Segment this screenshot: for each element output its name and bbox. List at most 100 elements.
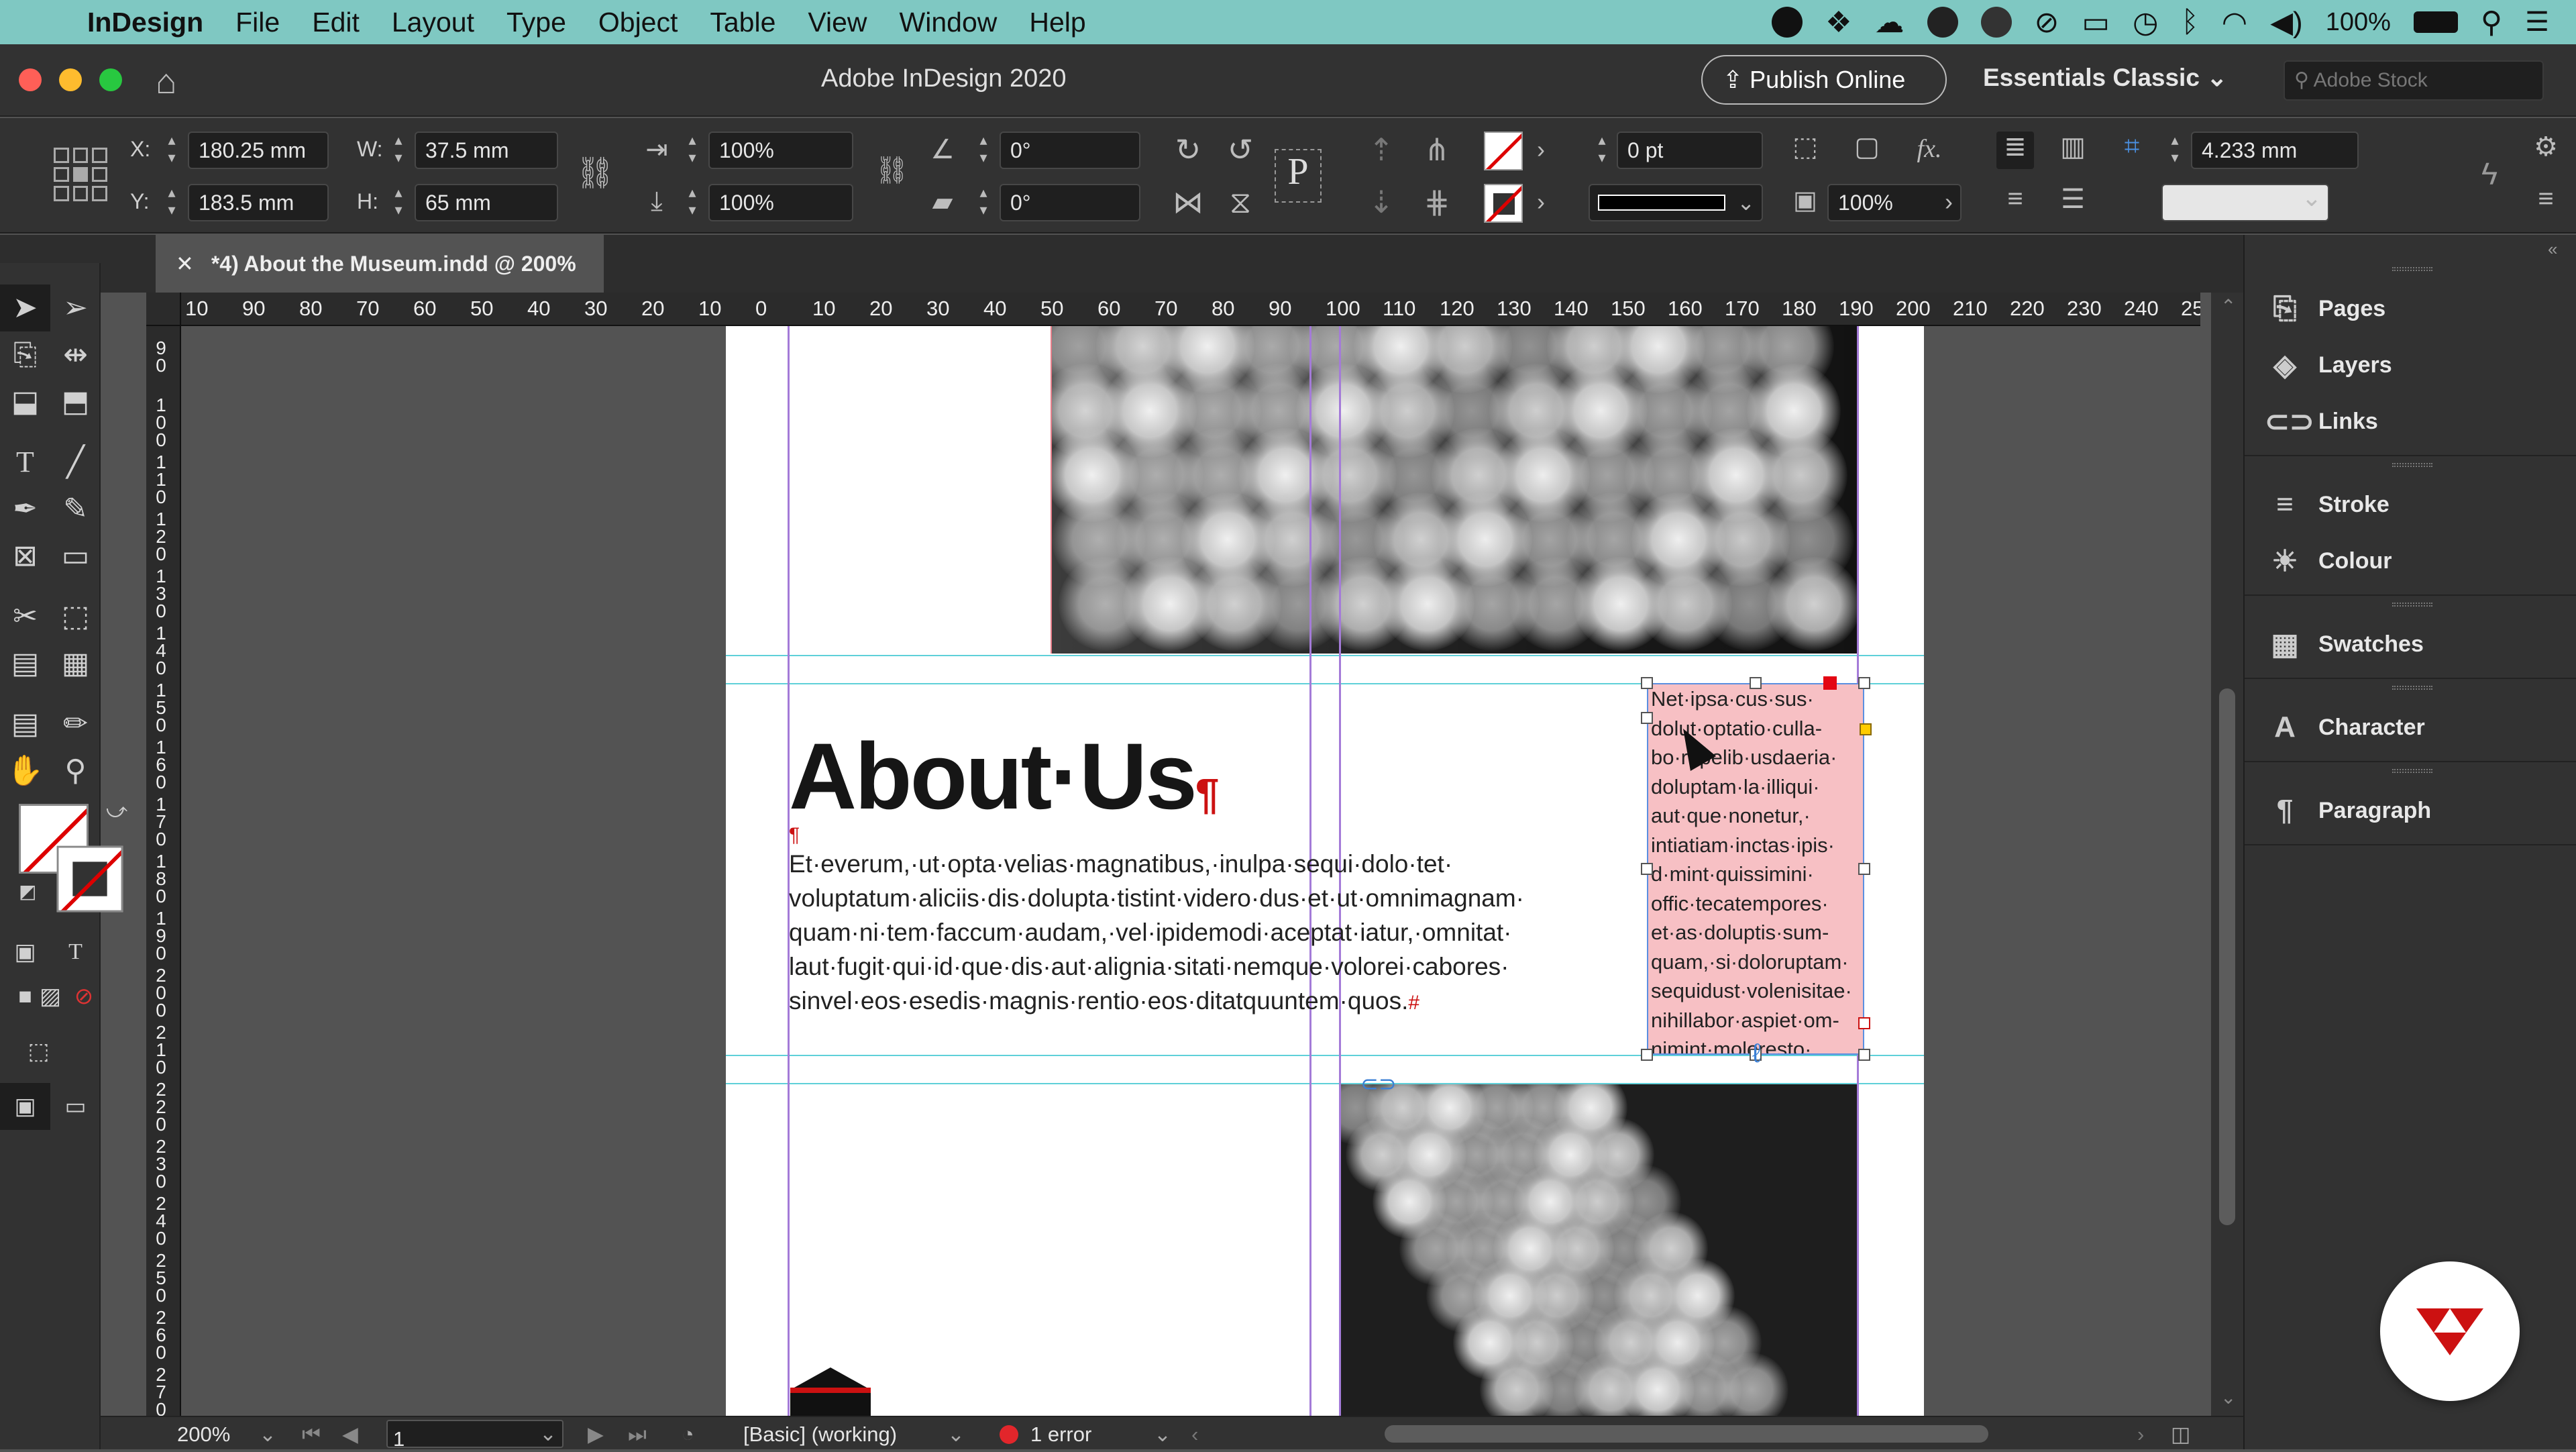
- align-center-icon[interactable]: ≡: [1996, 184, 2034, 214]
- panel-paragraph[interactable]: ¶ Paragraph: [2265, 782, 2553, 839]
- panel-stroke[interactable]: ≡ Stroke: [2265, 476, 2553, 533]
- drop-shadow-icon[interactable]: ▢: [1850, 132, 1884, 162]
- panel-colour[interactable]: ☀ Colour: [2265, 533, 2553, 589]
- text-columns-icon[interactable]: ▥: [2054, 132, 2092, 162]
- zoom-tool-icon[interactable]: ⚲: [50, 747, 101, 794]
- home-icon[interactable]: ⌂: [156, 62, 176, 102]
- quick-apply-icon[interactable]: ϟ: [2473, 156, 2506, 192]
- free-transform-tool-icon[interactable]: ⬚: [50, 593, 101, 640]
- in-port[interactable]: [1641, 712, 1653, 724]
- cloud-upload-icon[interactable]: ☁: [1875, 5, 1904, 40]
- record-icon[interactable]: [1772, 7, 1803, 38]
- blocked-icon[interactable]: ⊘: [2035, 5, 2059, 40]
- width-field[interactable]: 37.5 mm: [415, 132, 558, 169]
- flip-vertical-icon[interactable]: ⧖: [1224, 184, 1257, 221]
- formatting-container-icon[interactable]: ▣: [0, 929, 50, 976]
- headline-about-us[interactable]: About·Us¶: [789, 722, 1219, 831]
- panel-pages[interactable]: ⎘ Pages: [2265, 280, 2553, 337]
- vertical-ruler[interactable]: 90 100 110 120 130 140 150 160 170 180 190 200 210 22…: [146, 326, 181, 1416]
- top-image-frame[interactable]: [1051, 326, 1857, 654]
- screen-mode-icon[interactable]: ▣: [0, 1083, 50, 1130]
- menu-type[interactable]: Type: [506, 7, 566, 38]
- x-stepper[interactable]: ▴ ▾: [158, 132, 185, 169]
- volume-icon[interactable]: ◀): [2270, 5, 2303, 40]
- fill-swatch[interactable]: [1484, 132, 1523, 170]
- time-machine-icon[interactable]: ◷: [2133, 5, 2158, 40]
- minimize-window-button[interactable]: [59, 68, 82, 91]
- x-position-field[interactable]: 180.25 mm: [188, 132, 329, 169]
- scroll-right-icon[interactable]: ›: [2137, 1422, 2144, 1447]
- resize-handle-left[interactable]: [1641, 863, 1653, 875]
- split-window-icon[interactable]: ◫: [2171, 1422, 2190, 1447]
- bluetooth-icon[interactable]: ᛒ: [2181, 5, 2198, 39]
- menu-file[interactable]: File: [235, 7, 280, 38]
- scale-x-stepper[interactable]: ▴ ▾: [679, 132, 706, 169]
- resize-handle-right[interactable]: [1858, 863, 1870, 875]
- direction-p-icon[interactable]: P: [1275, 149, 1322, 203]
- gradient-swatch-tool-icon[interactable]: ▤: [0, 640, 50, 687]
- stroke-swatch[interactable]: [1484, 184, 1523, 223]
- opacity-chevron-icon[interactable]: ›: [1939, 188, 1959, 216]
- profile-chevron-icon[interactable]: ⌄: [947, 1422, 965, 1447]
- zoom-level[interactable]: 200%: [177, 1422, 230, 1447]
- content-grabber-square[interactable]: [1823, 676, 1837, 690]
- search-icon[interactable]: ⚲: [2481, 5, 2502, 40]
- stroke-chevron-icon[interactable]: ›: [1531, 188, 1551, 216]
- menu-help[interactable]: Help: [1029, 7, 1085, 38]
- h-stepper[interactable]: ▴ ▾: [385, 184, 412, 221]
- menu-layout[interactable]: Layout: [392, 7, 474, 38]
- resize-handle-top-left[interactable]: [1641, 677, 1653, 689]
- control-center-icon[interactable]: ☰: [2525, 7, 2549, 38]
- stroke-type-select[interactable]: ⌄: [1589, 184, 1763, 221]
- first-page-icon[interactable]: ⏮: [302, 1422, 321, 1447]
- select-previous-icon[interactable]: ⋔: [1417, 132, 1457, 168]
- rectangle-frame-tool-icon[interactable]: ⊠: [0, 533, 50, 580]
- preflight-profile[interactable]: [Basic] (working): [743, 1422, 897, 1447]
- page-tool-icon[interactable]: ⎘: [0, 331, 50, 378]
- rotate-clockwise-icon[interactable]: ↻: [1171, 132, 1205, 168]
- height-field[interactable]: 65 mm: [415, 184, 558, 221]
- y-position-field[interactable]: 183.5 mm: [188, 184, 329, 221]
- overset-out-port[interactable]: [1858, 1017, 1870, 1029]
- zoom-chevron-icon[interactable]: ⌄: [259, 1422, 276, 1447]
- settings-gear-icon[interactable]: ⚙: [2529, 132, 2563, 162]
- shear-stepper[interactable]: ▴ ▾: [970, 184, 997, 221]
- publish-online-button[interactable]: ⇪ Publish Online: [1701, 55, 1947, 105]
- scroll-left-icon[interactable]: ‹: [1191, 1422, 1198, 1447]
- panel-layers[interactable]: ◈ Layers: [2265, 337, 2553, 393]
- gap-tool-icon[interactable]: ⇹: [50, 331, 101, 378]
- panel-links[interactable]: ⊂⊃ Links: [2265, 393, 2553, 450]
- fill-chevron-icon[interactable]: ›: [1531, 136, 1551, 164]
- panel-swatches[interactable]: ▦ Swatches: [2265, 616, 2553, 672]
- menu-table[interactable]: Table: [710, 7, 775, 38]
- body-text-frame[interactable]: Et·everum,·ut·opta·velias·magnatibus,·in…: [789, 847, 1587, 1020]
- vertical-scroll-thumb[interactable]: [2219, 688, 2235, 1225]
- chain-link-icon[interactable]: ⊂⊃: [1360, 1071, 1397, 1096]
- dropbox-icon[interactable]: ❖: [1825, 5, 1851, 40]
- gutter-stepper[interactable]: ▴ ▾: [2161, 132, 2188, 169]
- vertical-scrollbar[interactable]: ⌃ ⌄: [2211, 293, 2243, 1416]
- document-tab[interactable]: ✕ *4) About the Museum.indd @ 200%: [156, 235, 604, 293]
- select-next-icon[interactable]: ⋕: [1417, 184, 1457, 220]
- rotation-angle-field[interactable]: 0°: [1000, 132, 1140, 169]
- menu-view[interactable]: View: [808, 7, 867, 38]
- resize-handle-bottom-left[interactable]: [1641, 1049, 1653, 1061]
- column-rule-chevron-icon[interactable]: ⌄: [2298, 184, 2325, 212]
- panel-character[interactable]: A Character: [2265, 699, 2553, 756]
- preflight-icon[interactable]: ◔: [682, 1422, 694, 1447]
- close-tab-icon[interactable]: ✕: [176, 252, 194, 276]
- line-tool-icon[interactable]: ╱: [50, 439, 101, 486]
- pasteboard[interactable]: About·Us¶ ¶ Et·everum,·ut·opta·velias·ma…: [181, 326, 2200, 1416]
- menu-window[interactable]: Window: [900, 7, 998, 38]
- scissors-tool-icon[interactable]: ✂: [0, 593, 50, 640]
- resize-handle-top-right[interactable]: [1858, 677, 1870, 689]
- resize-handle-top[interactable]: [1750, 677, 1762, 689]
- scale-x-field[interactable]: 100%: [708, 132, 853, 169]
- stroke-weight-stepper[interactable]: ▴ ▾: [1589, 132, 1615, 169]
- next-page-icon[interactable]: ▶: [588, 1422, 604, 1447]
- collapse-panels-icon[interactable]: «: [2548, 239, 2557, 260]
- gutter-field[interactable]: 4.233 mm: [2191, 132, 2359, 169]
- reference-point-icon[interactable]: [54, 148, 107, 201]
- content-collector-icon[interactable]: ⬓: [0, 378, 50, 425]
- stroke-none-swatch[interactable]: [56, 845, 123, 913]
